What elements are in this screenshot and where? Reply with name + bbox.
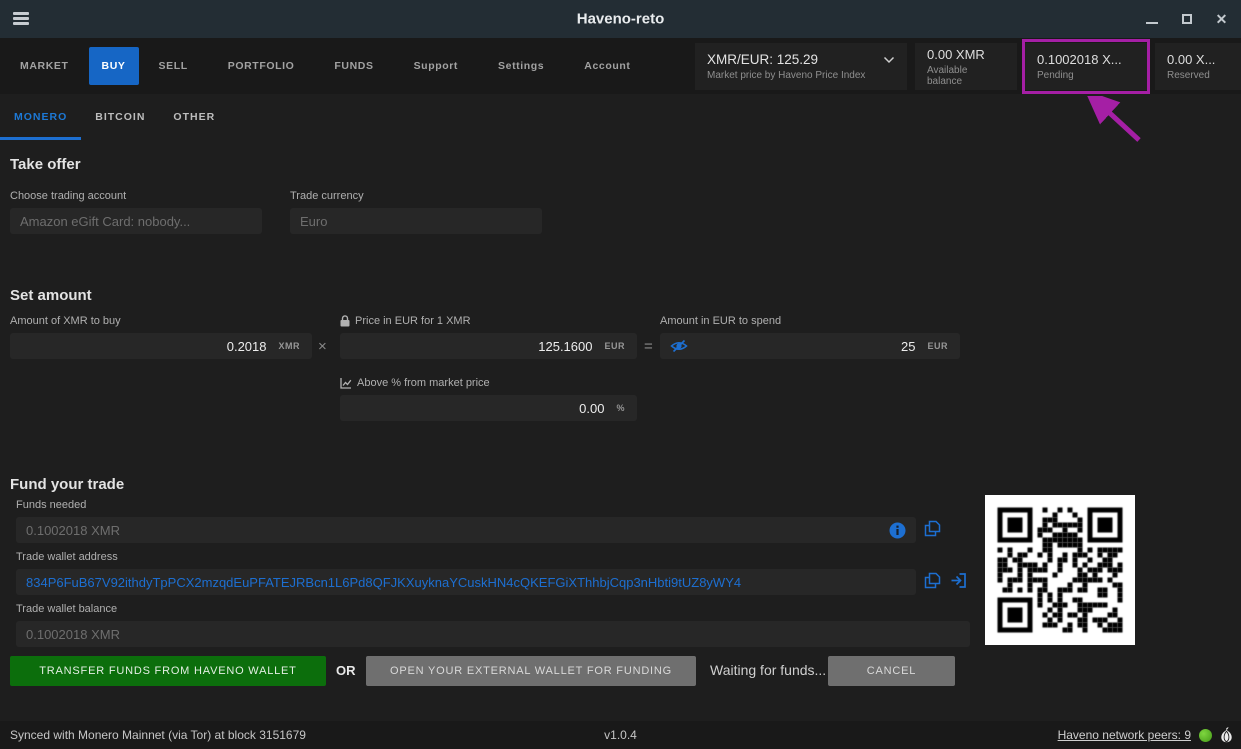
- wallet-balance-input: 0.1002018 XMR: [16, 621, 970, 647]
- copy-address-icon[interactable]: [924, 572, 941, 594]
- trading-account-input: Amazon eGift Card: nobody...: [10, 208, 262, 234]
- nav-item-market[interactable]: MARKET: [0, 38, 89, 94]
- nav-item-sell[interactable]: SELL: [139, 38, 208, 94]
- sync-status: Synced with Monero Mainnet (via Tor) at …: [10, 728, 306, 742]
- lock-icon: [340, 315, 350, 327]
- spend-label: Amount in EUR to spend: [660, 315, 960, 327]
- price-field: Price in EUR for 1 XMR 125.1600 EUR: [340, 315, 637, 359]
- external-wallet-button[interactable]: OPEN YOUR EXTERNAL WALLET FOR FUNDING: [366, 656, 696, 686]
- trade-currency-field: Trade currency Euro: [290, 190, 542, 234]
- or-label: OR: [336, 663, 356, 678]
- market-price-selector[interactable]: XMR/EUR: 125.29 Market price by Haveno P…: [695, 43, 907, 90]
- tab-other[interactable]: OTHER: [159, 94, 229, 140]
- nav-item-portfolio[interactable]: PORTFOLIO: [208, 38, 315, 94]
- pending-balance-label: Pending: [1037, 70, 1135, 81]
- reserved-balance-value: 0.00 X...: [1167, 52, 1229, 67]
- available-balance: 0.00 XMR Available balance: [915, 43, 1017, 90]
- amount-label: Amount of XMR to buy: [10, 315, 312, 327]
- tor-onion-icon: [1220, 727, 1233, 743]
- price-input[interactable]: 125.1600 EUR: [340, 333, 637, 359]
- window-controls: ✕: [1144, 0, 1229, 38]
- amount-input[interactable]: 0.2018 XMR: [10, 333, 312, 359]
- version-label: v1.0.4: [604, 728, 637, 742]
- peers-status: Haveno network peers: 9: [1058, 727, 1233, 743]
- spend-suffix: EUR: [927, 341, 948, 351]
- main-navbar: MARKET BUY SELL PORTFOLIO FUNDS Support …: [0, 38, 1241, 94]
- transfer-funds-button[interactable]: TRANSFER FUNDS FROM HAVENO WALLET: [10, 656, 326, 686]
- funds-needed-label: Funds needed: [16, 499, 916, 511]
- currency-tabs: MONERO BITCOIN OTHER: [0, 94, 1241, 140]
- reserved-balance: 0.00 X... Reserved: [1155, 43, 1241, 90]
- deviation-label: Above % from market price: [340, 377, 637, 389]
- deviation-suffix: %: [616, 403, 625, 413]
- market-price-pair: XMR/EUR: 125.29: [707, 52, 818, 67]
- tab-monero[interactable]: MONERO: [0, 94, 81, 140]
- wallet-address-label: Trade wallet address: [16, 551, 916, 563]
- wallet-balance-label: Trade wallet balance: [16, 603, 970, 615]
- price-label: Price in EUR for 1 XMR: [340, 315, 637, 327]
- connection-status-icon: [1199, 729, 1212, 742]
- multiply-operator: ×: [318, 338, 327, 355]
- spend-field: Amount in EUR to spend 25 EUR: [660, 315, 960, 359]
- tab-bitcoin[interactable]: BITCOIN: [81, 94, 159, 140]
- trading-account-label: Choose trading account: [10, 190, 262, 202]
- funds-needed-input: 0.1002018 XMR: [16, 517, 916, 543]
- amount-field: Amount of XMR to buy 0.2018 XMR: [10, 315, 312, 359]
- deviation-field: Above % from market price 0.00 %: [340, 377, 637, 421]
- pending-balance: 0.1002018 X... Pending: [1025, 43, 1147, 90]
- open-wallet-icon[interactable]: [950, 572, 967, 594]
- amount-suffix: XMR: [279, 341, 301, 351]
- wallet-address-field: Trade wallet address 834P6FuB67V92ithdyT…: [16, 551, 916, 595]
- available-balance-value: 0.00 XMR: [927, 47, 1005, 62]
- chevron-down-icon[interactable]: [883, 56, 895, 64]
- market-price-subtitle: Market price by Haveno Price Index: [707, 70, 895, 81]
- hamburger-menu-icon[interactable]: [13, 12, 29, 25]
- nav-item-settings[interactable]: Settings: [478, 38, 564, 94]
- statusbar: Synced with Monero Mainnet (via Tor) at …: [0, 721, 1241, 749]
- copy-funds-icon[interactable]: [924, 520, 941, 542]
- trade-currency-input: Euro: [290, 208, 542, 234]
- nav-item-support[interactable]: Support: [394, 38, 478, 94]
- chart-icon: [340, 377, 352, 389]
- nav-item-buy[interactable]: BUY: [89, 47, 139, 85]
- equals-operator: =: [644, 338, 653, 355]
- maximize-button[interactable]: [1179, 11, 1194, 27]
- titlebar: Haveno-reto ✕: [0, 0, 1241, 38]
- minimize-button[interactable]: [1144, 11, 1159, 27]
- info-icon[interactable]: [889, 522, 906, 539]
- take-offer-heading: Take offer: [10, 156, 81, 173]
- peers-link[interactable]: Haveno network peers: 9: [1058, 728, 1191, 742]
- app-title: Haveno-reto: [577, 11, 665, 28]
- wallet-balance-field: Trade wallet balance 0.1002018 XMR: [16, 603, 970, 647]
- waiting-status: Waiting for funds...: [710, 662, 826, 678]
- set-amount-heading: Set amount: [10, 287, 92, 304]
- cancel-button[interactable]: CANCEL: [828, 656, 955, 686]
- close-button[interactable]: ✕: [1214, 11, 1229, 27]
- nav-item-account[interactable]: Account: [564, 38, 650, 94]
- eye-slash-icon[interactable]: [670, 339, 688, 353]
- trading-account-field: Choose trading account Amazon eGift Card…: [10, 190, 262, 234]
- funds-needed-field: Funds needed 0.1002018 XMR: [16, 499, 916, 543]
- wallet-address-value[interactable]: 834P6FuB67V92ithdyTpPCX2mzqdEuPFATEJRBcn…: [26, 575, 741, 590]
- trade-currency-label: Trade currency: [290, 190, 542, 202]
- deviation-input[interactable]: 0.00 %: [340, 395, 637, 421]
- nav-item-funds[interactable]: FUNDS: [314, 38, 393, 94]
- pending-balance-value: 0.1002018 X...: [1037, 52, 1135, 67]
- wallet-address-input[interactable]: 834P6FuB67V92ithdyTpPCX2mzqdEuPFATEJRBcn…: [16, 569, 916, 595]
- qr-code: [985, 495, 1135, 645]
- fund-trade-heading: Fund your trade: [10, 476, 124, 493]
- available-balance-label: Available balance: [927, 65, 1005, 87]
- balance-bar: XMR/EUR: 125.29 Market price by Haveno P…: [695, 43, 1241, 90]
- reserved-balance-label: Reserved: [1167, 70, 1229, 81]
- spend-input[interactable]: 25 EUR: [660, 333, 960, 359]
- price-suffix: EUR: [604, 341, 625, 351]
